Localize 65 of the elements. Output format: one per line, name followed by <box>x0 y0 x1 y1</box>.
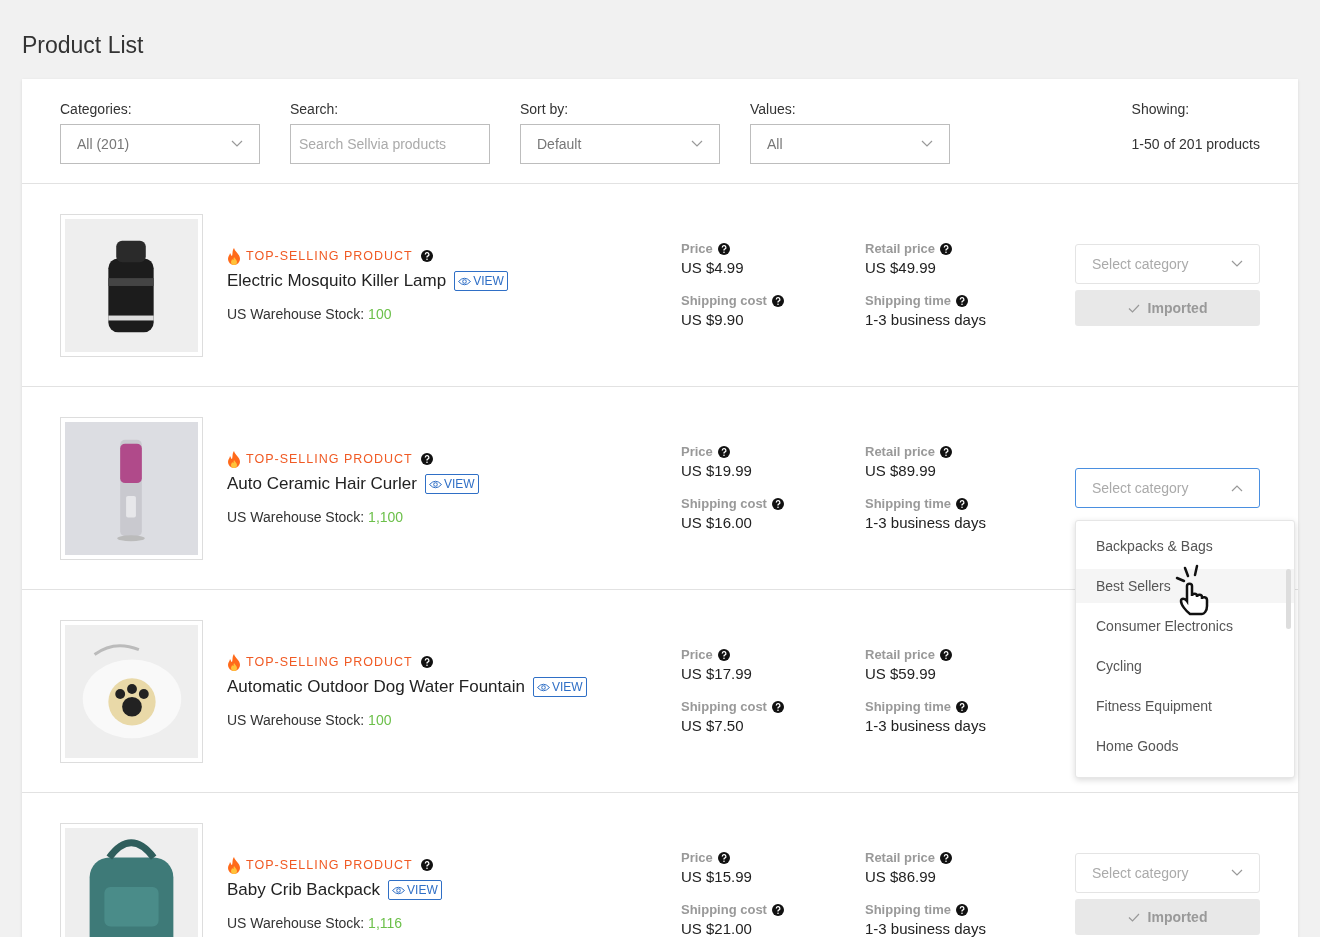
stat-label: Price <box>681 240 713 258</box>
dropdown-option[interactable]: Best Sellers <box>1076 569 1294 603</box>
view-button[interactable]: VIEW <box>454 271 508 291</box>
dropdown-option[interactable]: Home Goods <box>1076 729 1294 763</box>
stock-text: US Warehouse Stock: 1,116 <box>227 914 404 932</box>
view-button[interactable]: VIEW <box>532 677 587 697</box>
stat-value: US $86.99 <box>865 867 937 887</box>
stat-value: US $19.99 <box>681 461 753 481</box>
stock-text: US Warehouse Stock: 1,100 <box>227 508 405 526</box>
select-field[interactable]: Default <box>520 124 720 164</box>
product-name: Baby Crib Backpack <box>227 879 381 901</box>
stat-value: US $21.00 <box>681 919 753 937</box>
dropdown-option[interactable]: Backpacks & Bags <box>1076 529 1294 563</box>
stat-value: US $89.99 <box>865 461 937 481</box>
filter-label: Values: <box>750 100 797 118</box>
stat-value: US $17.99 <box>681 664 753 684</box>
stat-label: Price <box>681 443 713 461</box>
stat-label: Shipping cost <box>681 901 767 919</box>
stock-text: US Warehouse Stock: 100 <box>227 711 393 729</box>
stat-label: Shipping time <box>865 292 951 310</box>
view-button[interactable]: VIEW <box>388 880 442 900</box>
stat-label: Shipping cost <box>681 495 767 513</box>
filter-label: Categories: <box>60 100 133 118</box>
search-field[interactable]: Search Sellvia products <box>290 124 490 164</box>
filter-label: Sort by: <box>520 100 570 118</box>
stat-label: Price <box>681 849 713 867</box>
stat-value: 1-3 business days <box>865 919 987 937</box>
dropdown-option[interactable]: Fitness Equipment <box>1076 689 1294 723</box>
product-name: Electric Mosquito Killer Lamp <box>227 270 447 292</box>
top-selling-label: TOP-SELLING PRODUCT <box>246 857 413 874</box>
stat-value: US $49.99 <box>865 258 937 278</box>
dropdown-option[interactable]: Consumer Electronics <box>1076 609 1294 643</box>
stat-label: Retail price <box>865 443 936 461</box>
top-selling-label: TOP-SELLING PRODUCT <box>246 451 413 468</box>
stat-value: 1-3 business days <box>865 310 987 330</box>
filter-label: Showing: <box>1131 100 1191 118</box>
stat-label: Shipping time <box>865 901 951 919</box>
stat-value: 1-3 business days <box>865 513 987 533</box>
product-name: Auto Ceramic Hair Curler <box>227 473 417 495</box>
stat-label: Shipping time <box>865 495 951 513</box>
top-selling-label: TOP-SELLING PRODUCT <box>246 248 413 265</box>
stat-value: 1-3 business days <box>865 716 987 736</box>
stat-value: US $7.50 <box>681 716 745 736</box>
dropdown-option[interactable]: Cycling <box>1076 649 1294 683</box>
filter-label: Search: <box>290 100 340 118</box>
stat-value: US $9.90 <box>681 310 745 330</box>
top-selling-label: TOP-SELLING PRODUCT <box>246 654 413 671</box>
stat-value: US $15.99 <box>681 867 753 887</box>
stat-label: Retail price <box>865 849 936 867</box>
select-field[interactable]: All (201) <box>60 124 260 164</box>
product-name: Automatic Outdoor Dog Water Fountain <box>227 676 525 698</box>
view-button[interactable]: VIEW <box>424 474 479 494</box>
stat-value: US $4.99 <box>681 258 745 278</box>
page-title: Product List <box>22 31 145 60</box>
stat-label: Shipping cost <box>681 698 767 716</box>
stat-label: Price <box>681 646 713 664</box>
stat-value: US $59.99 <box>865 664 937 684</box>
stat-label: Shipping time <box>865 698 951 716</box>
select-field[interactable]: All <box>750 124 950 164</box>
stat-label: Shipping cost <box>681 292 767 310</box>
showing-count: 1-50 of 201 products <box>1131 134 1260 154</box>
stat-value: US $16.00 <box>681 513 753 533</box>
stock-text: US Warehouse Stock: 100 <box>227 305 393 323</box>
stat-label: Retail price <box>865 646 936 664</box>
stat-label: Retail price <box>865 240 936 258</box>
